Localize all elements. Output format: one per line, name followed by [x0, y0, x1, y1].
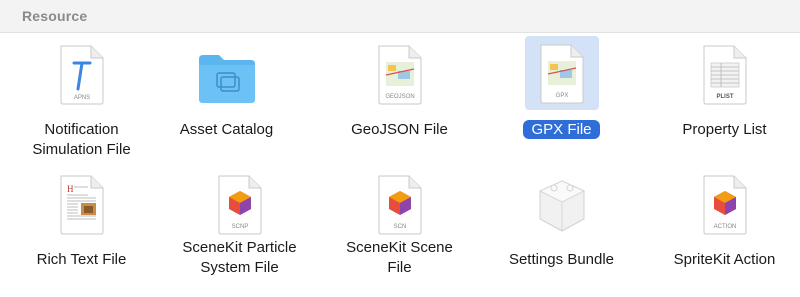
icon-slot — [190, 39, 264, 113]
icon-slot: H — [45, 169, 119, 243]
icon-slot: SCN — [363, 169, 437, 243]
template-label: Notification Simulation File — [32, 121, 131, 158]
icon-slot: SCNP — [203, 169, 277, 243]
template-label: SceneKit Particle System File — [182, 239, 297, 276]
template-label: GPX File — [480, 120, 643, 140]
template-notification-simulation-file[interactable]: APNS Notification Simulation File — [0, 33, 163, 163]
svg-text:H: H — [67, 184, 74, 194]
scn-file-icon: SCN — [378, 175, 421, 235]
svg-text:ACTION: ACTION — [713, 224, 736, 230]
folder-icon — [198, 55, 255, 103]
template-property-list[interactable]: PLIST Property List — [643, 33, 800, 163]
template-gpx-file[interactable]: GPX GPX File — [480, 33, 643, 163]
template-geojson-file[interactable]: GEOJSON GeoJSON File — [318, 33, 481, 163]
template-label: SceneKit Scene File — [346, 239, 453, 276]
template-scenekit-scene-file[interactable]: SCN SceneKit Scene File — [318, 163, 481, 293]
template-label: GeoJSON File — [351, 121, 448, 138]
template-spritekit-action[interactable]: ACTION SpriteKit Action — [643, 163, 800, 293]
rich-text-file-icon: H — [60, 175, 103, 235]
template-label: Asset Catalog — [179, 121, 274, 138]
template-label: Property List — [682, 121, 767, 138]
icon-slot — [525, 169, 599, 243]
settings-bundle-icon — [538, 180, 585, 232]
template-label: SpriteKit Action — [673, 251, 776, 268]
section-title: Resource — [22, 8, 88, 24]
template-label: Rich Text File — [36, 251, 127, 268]
selection-highlight: GPX — [524, 36, 599, 110]
template-scenekit-particle-system-file[interactable]: SCNP SceneKit Particle System File — [158, 163, 321, 293]
svg-text:SCN: SCN — [393, 224, 406, 230]
icon-slot: GEOJSON — [363, 39, 437, 113]
icon-slot: APNS — [45, 39, 119, 113]
svg-text:GPX: GPX — [555, 93, 568, 99]
spritekit-action-icon: ACTION — [703, 175, 746, 235]
geojson-file-icon: GEOJSON — [378, 45, 421, 105]
template-label: Settings Bundle — [508, 251, 615, 268]
apns-file-icon: APNS — [60, 45, 103, 105]
plist-file-icon: PLIST — [703, 45, 746, 105]
svg-text:GEOJSON: GEOJSON — [385, 94, 414, 100]
gpx-file-icon: GPX — [540, 44, 583, 104]
svg-text:SCNP: SCNP — [231, 224, 248, 230]
scnp-file-icon: SCNP — [218, 175, 261, 235]
icon-slot: ACTION — [688, 169, 762, 243]
template-rich-text-file[interactable]: H Rich Text File — [0, 163, 163, 293]
section-header: Resource — [0, 0, 800, 33]
template-settings-bundle[interactable]: Settings Bundle — [480, 163, 643, 293]
template-asset-catalog[interactable]: Asset Catalog — [145, 33, 308, 163]
icon-slot: PLIST — [688, 39, 762, 113]
svg-text:APNS: APNS — [73, 95, 89, 101]
svg-text:PLIST: PLIST — [716, 94, 733, 100]
